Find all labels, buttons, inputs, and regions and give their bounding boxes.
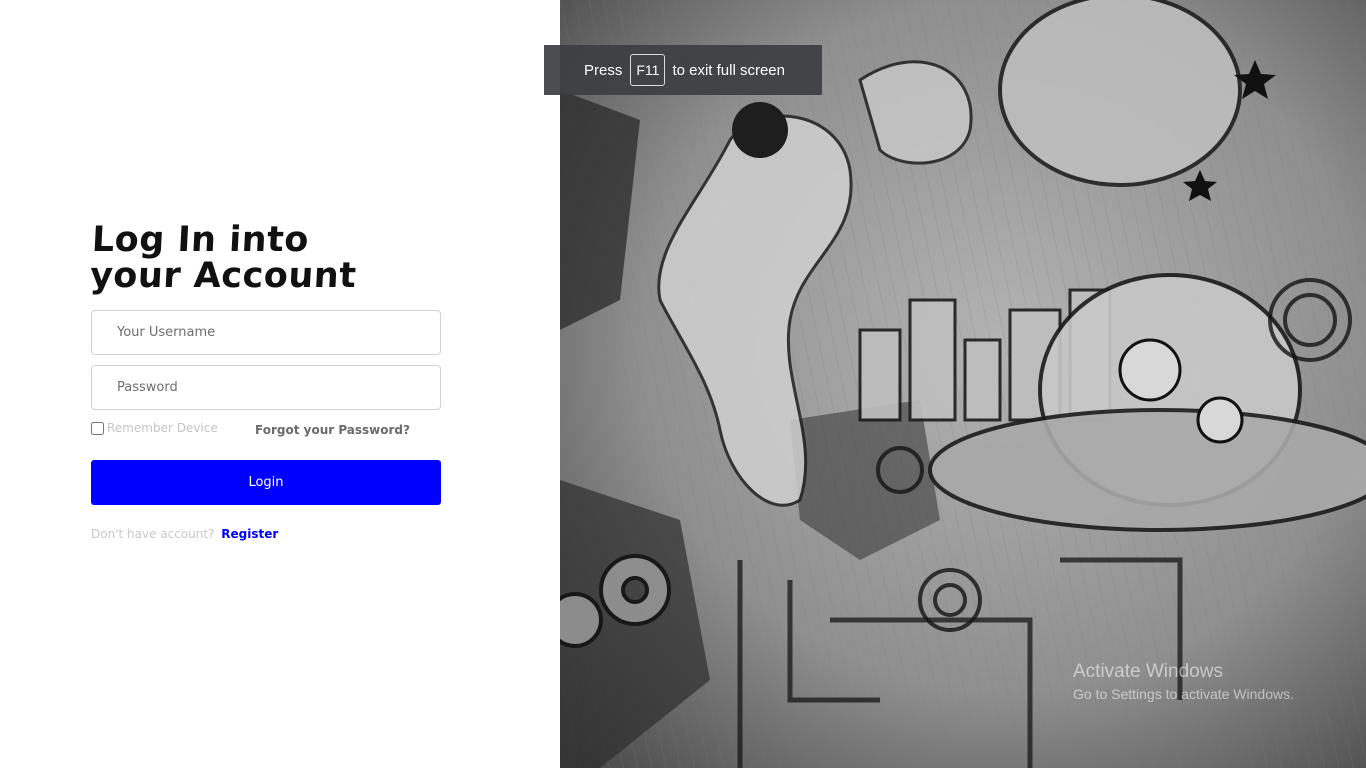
toast-rest-text: to exit full screen	[672, 61, 785, 79]
login-form: Log In into your Account Remember Device…	[89, 220, 443, 541]
register-row: Don't have account? Register	[91, 527, 441, 541]
sketch-illustration	[560, 0, 1366, 768]
sketch-background-image	[560, 0, 1366, 768]
activate-windows-watermark: Activate Windows Go to Settings to activ…	[1073, 660, 1294, 704]
login-panel: Log In into your Account Remember Device…	[0, 0, 560, 768]
register-link[interactable]: Register	[221, 527, 278, 541]
watermark-subtitle: Go to Settings to activate Windows.	[1073, 686, 1294, 702]
title-line-1: Log In into	[90, 220, 310, 260]
login-button[interactable]: Login	[91, 460, 441, 505]
fullscreen-exit-toast: Press F11 to exit full screen	[544, 45, 822, 95]
login-options-row: Remember Device Forgot your Password?	[91, 421, 441, 451]
username-input[interactable]	[91, 310, 441, 355]
watermark-title: Activate Windows	[1073, 661, 1223, 682]
register-prompt: Don't have account?	[91, 527, 215, 541]
title-line-2: your Account	[89, 256, 358, 296]
remember-device-checkbox[interactable]	[91, 421, 104, 435]
forgot-password-link[interactable]: Forgot your Password?	[255, 423, 410, 437]
toast-press-text: Press	[584, 61, 623, 79]
page-title: Log In into your Account	[89, 220, 443, 296]
login-page: Log In into your Account Remember Device…	[0, 0, 1366, 768]
password-input[interactable]	[91, 365, 441, 410]
remember-device[interactable]: Remember Device	[91, 421, 218, 435]
f11-key-badge: F11	[630, 54, 666, 86]
remember-device-label: Remember Device	[107, 421, 218, 435]
